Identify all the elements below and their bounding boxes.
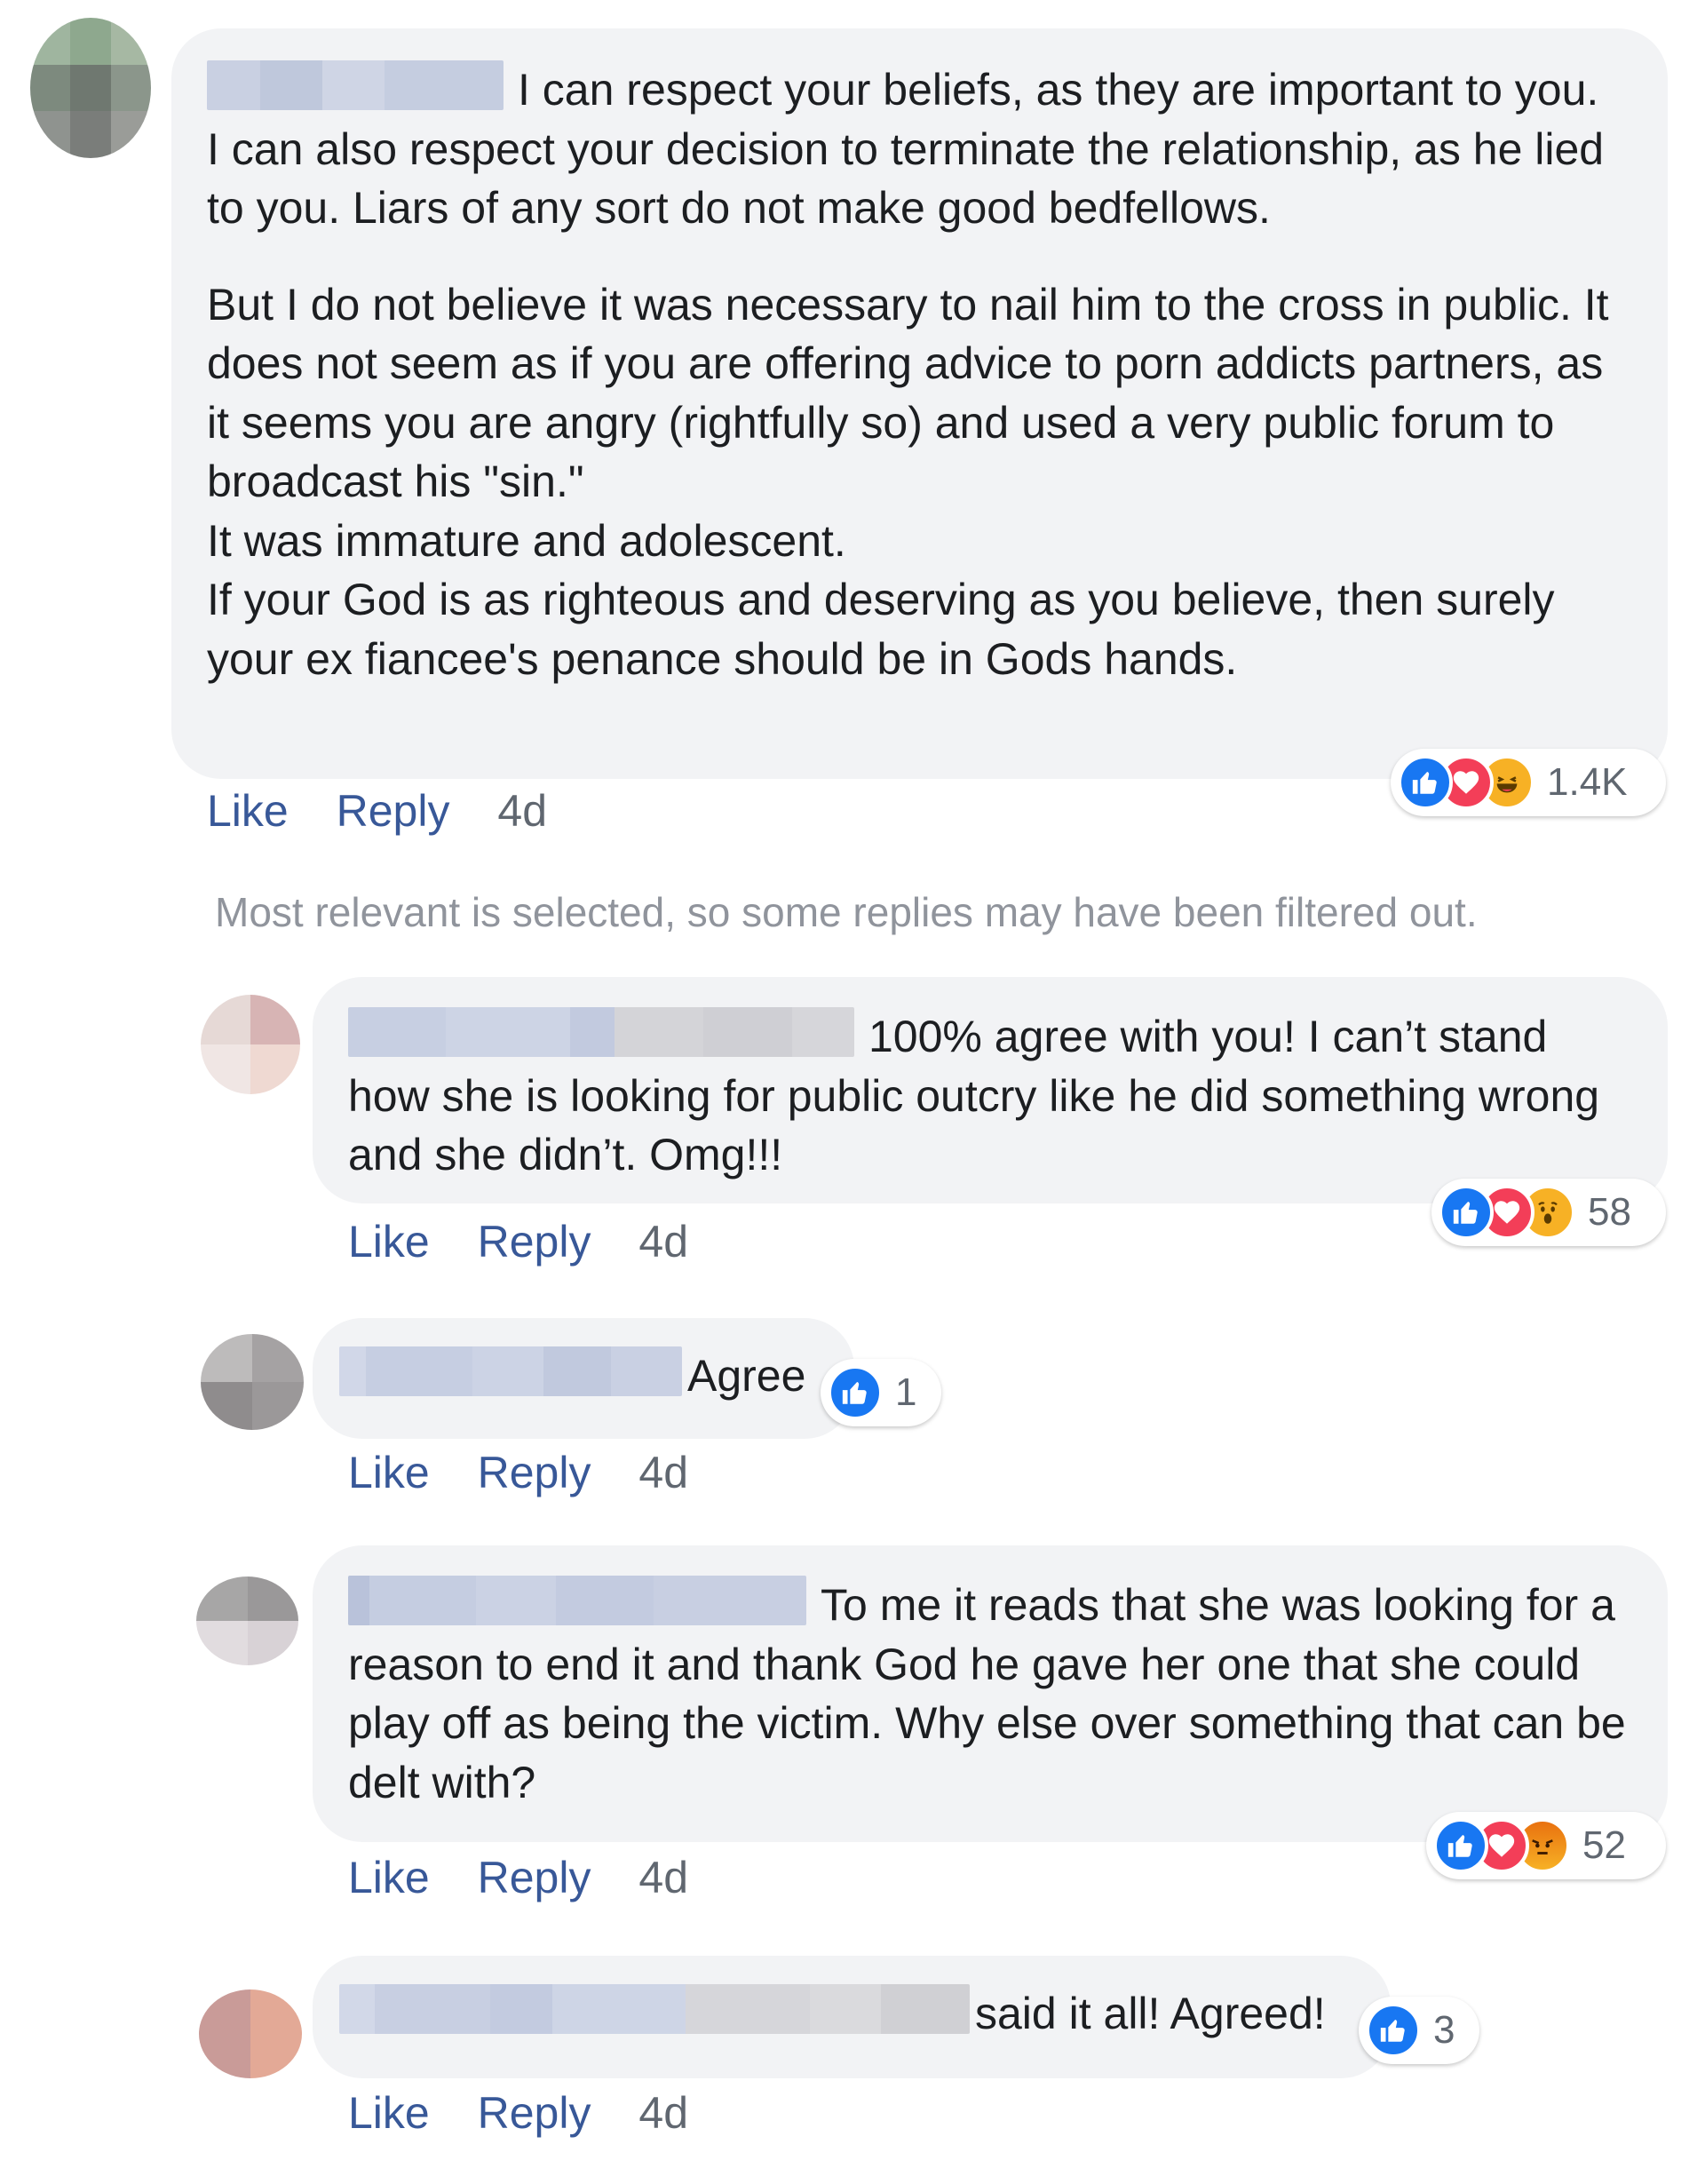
reaction-count: 1.4K [1547, 760, 1628, 804]
like-button[interactable]: Like [207, 785, 289, 837]
reply-bubble: To me it reads that she was looking for … [313, 1545, 1668, 1842]
reply-actions: Like Reply 4d [348, 1216, 688, 1267]
reply-text: said it all! Agreed! [339, 1984, 1364, 2044]
reply-bubble: said it all! Agreed! [313, 1956, 1391, 2078]
reply-timestamp[interactable]: 4d [638, 1852, 688, 1903]
avatar[interactable] [199, 1989, 302, 2078]
redacted-author-name[interactable] [348, 1007, 854, 1057]
reaction-count: 1 [895, 1370, 917, 1414]
reply-bubble: 100% agree with you! I can’t stand how s… [313, 977, 1668, 1203]
reaction-summary[interactable]: 58 [1431, 1179, 1666, 1246]
reply-text: Agree [339, 1346, 828, 1406]
reply-bubble: Agree [313, 1318, 854, 1439]
comment-line: If your God is as righteous and deservin… [207, 575, 1555, 684]
reply-content: said it all! Agreed! [975, 1989, 1326, 2038]
like-reaction-icon [1366, 2003, 1421, 2058]
redacted-author-name[interactable] [339, 1346, 682, 1396]
reply-timestamp[interactable]: 4d [638, 1447, 688, 1498]
reply-timestamp[interactable]: 4d [638, 2087, 688, 2139]
reply-button[interactable]: Reply [478, 1852, 591, 1903]
like-button[interactable]: Like [348, 2087, 430, 2139]
like-reaction-icon [828, 1365, 883, 1420]
reaction-summary[interactable]: 1 [821, 1359, 941, 1426]
like-reaction-icon [1398, 755, 1453, 810]
avatar[interactable] [201, 995, 300, 1094]
redacted-author-name[interactable] [207, 60, 504, 110]
comment-line: But I do not believe it was necessary to… [207, 279, 1609, 507]
comment-timestamp[interactable]: 4d [497, 785, 547, 837]
reaction-count: 3 [1433, 2008, 1455, 2052]
reply-actions: Like Reply 4d [348, 2087, 688, 2139]
like-reaction-icon [1439, 1185, 1494, 1240]
reply-text: To me it reads that she was looking for … [348, 1576, 1629, 1812]
reaction-summary[interactable]: 3 [1359, 1997, 1479, 2064]
comment-line: I can respect your beliefs, as they are … [518, 65, 1599, 115]
reply-actions: Like Reply 4d [348, 1447, 688, 1498]
like-reaction-icon [1433, 1818, 1488, 1873]
avatar[interactable] [196, 1576, 298, 1665]
reaction-count: 52 [1582, 1823, 1626, 1867]
comment-line: I can also respect your decision to term… [207, 123, 1605, 234]
reply-timestamp[interactable]: 4d [638, 1216, 688, 1267]
reply-button[interactable]: Reply [478, 2087, 591, 2139]
reaction-summary[interactable]: 1.4K [1391, 749, 1666, 816]
comment-text: I can respect your beliefs, as they are … [207, 60, 1632, 688]
comment-bubble: I can respect your beliefs, as they are … [171, 28, 1668, 779]
reply-actions: Like Reply 4d [348, 1852, 688, 1903]
comment-actions: Like Reply 4d [207, 785, 547, 837]
avatar[interactable] [30, 18, 151, 158]
like-button[interactable]: Like [348, 1447, 430, 1498]
comment-line: It was immature and adolescent. [207, 515, 846, 566]
reply-text: 100% agree with you! I can’t stand how s… [348, 1007, 1629, 1185]
reply-content: Agree [687, 1351, 806, 1401]
like-button[interactable]: Like [348, 1852, 430, 1903]
reply-button[interactable]: Reply [478, 1447, 591, 1498]
reaction-count: 58 [1588, 1190, 1631, 1234]
reply-button[interactable]: Reply [337, 785, 450, 837]
like-button[interactable]: Like [348, 1216, 430, 1267]
reply-button[interactable]: Reply [478, 1216, 591, 1267]
avatar[interactable] [201, 1334, 304, 1430]
filter-note: Most relevant is selected, so some repli… [215, 889, 1478, 935]
redacted-author-name[interactable] [348, 1576, 806, 1625]
reaction-summary[interactable]: 52 [1426, 1812, 1666, 1879]
redacted-author-name[interactable] [339, 1984, 970, 2034]
